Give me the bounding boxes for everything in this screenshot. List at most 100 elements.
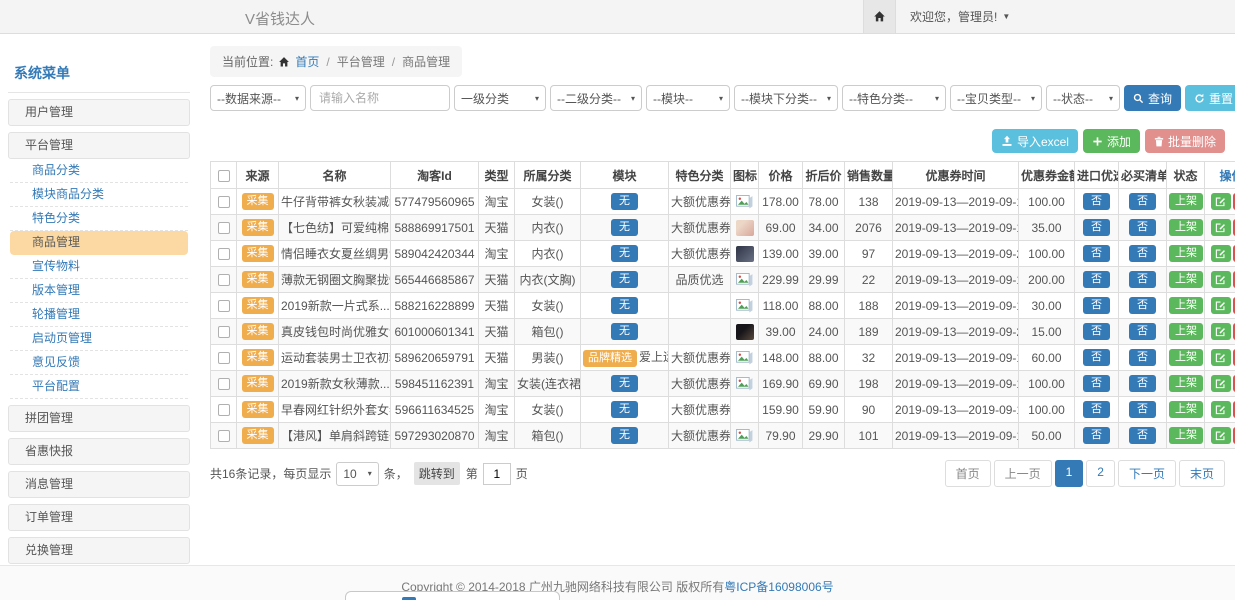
column-header: 模块 [581,162,669,189]
filter-input-name-search[interactable] [310,85,450,111]
edit-button[interactable] [1211,323,1231,340]
must-buy-toggle[interactable]: 否 [1129,375,1156,393]
row-checkbox[interactable] [218,300,230,312]
page-number-input[interactable] [483,463,511,485]
must-buy-toggle[interactable]: 否 [1129,401,1156,419]
per-page-select[interactable]: 10 ▾ [336,462,378,486]
edit-button[interactable] [1211,193,1231,210]
status-toggle[interactable]: 上架 [1169,427,1203,445]
must-buy-toggle[interactable]: 否 [1129,245,1156,263]
row-checkbox[interactable] [218,404,230,416]
import-select-toggle[interactable]: 否 [1083,427,1110,445]
must-buy-toggle[interactable]: 否 [1129,219,1156,237]
edit-button[interactable] [1211,271,1231,288]
sidebar-item[interactable]: 平台管理 [8,132,190,159]
row-checkbox[interactable] [218,352,230,364]
status-toggle[interactable]: 上架 [1169,349,1203,367]
edit-button[interactable] [1211,245,1231,262]
row-checkbox[interactable] [218,378,230,390]
sidebar-item[interactable]: 订单管理 [8,504,190,531]
import-select-toggle[interactable]: 否 [1083,349,1110,367]
sidebar-item[interactable]: 商品分类 [10,159,188,183]
sidebar-item[interactable]: 兑换管理 [8,537,190,564]
status-toggle[interactable]: 上架 [1169,271,1203,289]
pager-button[interactable]: 末页 [1179,460,1225,487]
filter-select-level2-category[interactable]: --二级分类--▾ [550,85,642,111]
import-select-toggle[interactable]: 否 [1083,323,1110,341]
import-select-toggle[interactable]: 否 [1083,375,1110,393]
import-select-toggle[interactable]: 否 [1083,245,1110,263]
sidebar-item[interactable]: 消息管理 [8,471,190,498]
status-toggle[interactable]: 上架 [1169,375,1203,393]
cell-taoke-id: 596611634525 [391,397,479,423]
edit-button[interactable] [1211,401,1231,418]
status-toggle[interactable]: 上架 [1169,245,1203,263]
status-toggle[interactable]: 上架 [1169,193,1203,211]
sidebar-item[interactable]: 省惠快报 [8,438,190,465]
sidebar-item[interactable]: 宣传物料 [10,255,188,279]
filter-select-level1-category[interactable]: 一级分类▾ [454,85,546,111]
pager-button[interactable]: 下一页 [1118,460,1176,487]
import-select-toggle[interactable]: 否 [1083,193,1110,211]
cell-discount-price: 78.00 [803,189,845,215]
sidebar-item[interactable]: 启动页管理 [10,327,188,351]
add-button[interactable]: 添加 [1083,129,1140,153]
edit-button[interactable] [1211,219,1231,236]
must-buy-toggle[interactable]: 否 [1129,427,1156,445]
row-checkbox[interactable] [218,430,230,442]
filter-select-feature-category[interactable]: --特色分类--▾ [842,85,946,111]
breadcrumb-home-link[interactable]: 首页 [295,53,319,70]
status-toggle[interactable]: 上架 [1169,219,1203,237]
import-select-toggle[interactable]: 否 [1083,297,1110,315]
pager-button[interactable]: 上一页 [994,460,1052,487]
sidebar-item[interactable]: 模块商品分类 [10,183,188,207]
select-all-checkbox[interactable] [218,170,230,182]
import-select-toggle[interactable]: 否 [1083,219,1110,237]
sidebar-item-active[interactable]: 商品管理 [10,231,188,255]
filter-select-module[interactable]: --模块--▾ [646,85,730,111]
sidebar-item[interactable]: 版本管理 [10,279,188,303]
edit-button[interactable] [1211,349,1231,366]
filter-select-item-type[interactable]: --宝贝类型--▾ [950,85,1042,111]
status-toggle[interactable]: 上架 [1169,297,1203,315]
import-select-toggle[interactable]: 否 [1083,401,1110,419]
cell-name: 薄款无钢圈文胸聚拢性... [279,267,391,293]
sidebar-item[interactable]: 轮播管理 [10,303,188,327]
row-checkbox[interactable] [218,222,230,234]
home-button[interactable] [863,0,896,33]
status-toggle[interactable]: 上架 [1169,323,1203,341]
batch-delete-button[interactable]: 批量删除 [1145,129,1225,153]
reset-button[interactable]: 重置 [1185,85,1235,111]
pager-button[interactable]: 首页 [945,460,991,487]
filter-select-module-subcategory[interactable]: --模块下分类--▾ [734,85,838,111]
row-checkbox[interactable] [218,248,230,260]
sidebar-item[interactable]: 用户管理 [8,99,190,126]
icp-link[interactable]: 粤ICP备16098006号 [724,580,833,594]
sidebar-item[interactable]: 特色分类 [10,207,188,231]
must-buy-toggle[interactable]: 否 [1129,271,1156,289]
filter-select-status[interactable]: --状态--▾ [1046,85,1120,111]
edit-button[interactable] [1211,297,1231,314]
must-buy-toggle[interactable]: 否 [1129,193,1156,211]
row-checkbox[interactable] [218,196,230,208]
filter-select-data-source[interactable]: --数据来源--▾ [210,85,306,111]
import-excel-button[interactable]: 导入excel [992,129,1078,153]
pager-button[interactable]: 2 [1086,460,1115,487]
user-menu[interactable]: 欢迎您，管理员! ▼ [910,8,1010,25]
must-buy-toggle[interactable]: 否 [1129,349,1156,367]
sidebar-item[interactable]: 平台配置 [10,375,188,399]
edit-button[interactable] [1211,375,1231,392]
pager-button[interactable]: 1 [1055,460,1084,487]
import-select-toggle[interactable]: 否 [1083,271,1110,289]
must-buy-toggle[interactable]: 否 [1129,323,1156,341]
search-button[interactable]: 查询 [1124,85,1181,111]
must-buy-toggle[interactable]: 否 [1129,297,1156,315]
status-toggle[interactable]: 上架 [1169,401,1203,419]
cell-coupon-time: 2019-09-13—2019-09-15 [893,345,1019,371]
jump-button[interactable]: 跳转到 [414,462,460,485]
row-checkbox[interactable] [218,326,230,338]
edit-button[interactable] [1211,427,1231,444]
row-checkbox[interactable] [218,274,230,286]
sidebar-item[interactable]: 拼团管理 [8,405,190,432]
sidebar-item[interactable]: 意见反馈 [10,351,188,375]
